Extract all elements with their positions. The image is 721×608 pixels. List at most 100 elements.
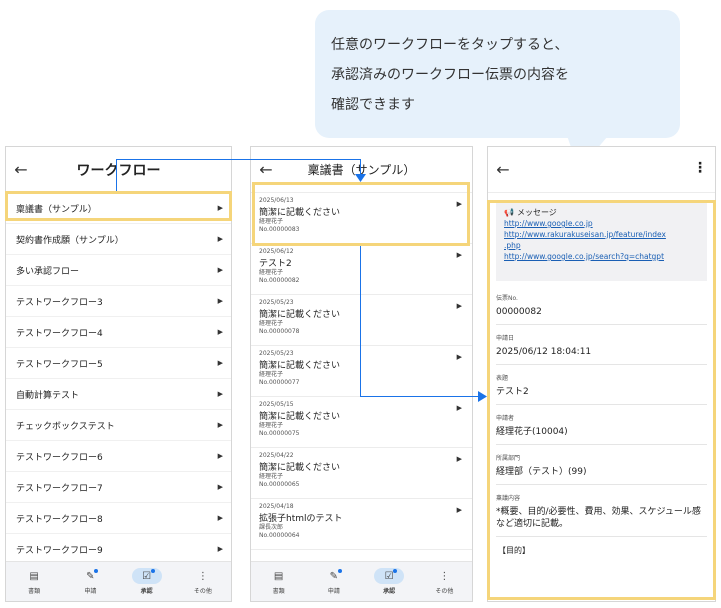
tab-label: 書類 xyxy=(28,588,41,595)
chevron-right-icon: ▶ xyxy=(217,359,223,367)
chevron-right-icon: ▶ xyxy=(456,404,462,412)
notification-dot xyxy=(150,569,155,573)
chevron-right-icon: ▶ xyxy=(217,452,223,460)
document-person: 課長次郎 xyxy=(259,524,284,531)
chevron-right-icon: ▶ xyxy=(217,235,223,243)
tab-more-vert[interactable]: ⋮ その他 xyxy=(424,568,464,596)
tab-label: 承認 xyxy=(140,588,153,595)
tab-document[interactable]: ▤ 書類 xyxy=(14,568,54,596)
tab-document[interactable]: ▤ 書類 xyxy=(259,568,299,596)
workflow-list-item[interactable]: テストワークフロー7 ▶ xyxy=(6,472,231,503)
chevron-right-icon: ▶ xyxy=(456,455,462,463)
callout-line-2: 承認済みのワークフロー伝票の内容を xyxy=(331,67,569,83)
tab-label: 申請 xyxy=(84,588,97,595)
callout-line-3: 確認できます xyxy=(331,97,415,113)
workflow-list-item[interactable]: テストワークフロー5 ▶ xyxy=(6,348,231,379)
workflow-list-item[interactable]: テストワークフロー6 ▶ xyxy=(6,441,231,472)
chevron-right-icon: ▶ xyxy=(456,302,462,310)
callout-line-1: 任意のワークフローをタップすると、 xyxy=(331,37,569,53)
more-vert-icon: ⋮ xyxy=(197,570,208,582)
workflow-list-item[interactable]: テストワークフロー3 ▶ xyxy=(6,286,231,317)
document-list-item[interactable]: 2025/05/23 簡潔に記載ください 経理花子 No.00000078 ▶ xyxy=(251,295,472,346)
document-number: No.00000082 xyxy=(259,277,300,284)
document-number: No.00000065 xyxy=(259,481,300,488)
document-list: 2025/06/13 簡潔に記載ください 経理花子 No.00000083 ▶ 2025/… xyxy=(251,193,472,550)
tab-approve[interactable]: ☑ 承認 xyxy=(127,568,167,595)
workflow-item-label: テストワークフロー5 xyxy=(16,359,103,370)
app-header: ← ワークフロー xyxy=(6,147,231,193)
chevron-right-icon: ▶ xyxy=(456,353,462,361)
chevron-right-icon: ▶ xyxy=(217,328,223,336)
tab-label: 書類 xyxy=(272,588,285,595)
document-date: 2025/05/15 xyxy=(259,401,294,408)
tab-label: 承認 xyxy=(383,588,396,595)
document-title: 簡潔に記載ください xyxy=(259,463,341,473)
document-list-item[interactable]: 2025/04/22 簡潔に記載ください 経理花子 No.00000065 ▶ xyxy=(251,448,472,499)
arrow-right-head-icon xyxy=(478,391,487,402)
notification-dot xyxy=(94,569,99,573)
workflow-item-label: テストワークフロー7 xyxy=(16,483,103,494)
document-list-item[interactable]: 2025/04/18 拡張子htmlのテスト 課長次郎 No.00000064 ▶ xyxy=(251,499,472,550)
workflow-list-item[interactable]: テストワークフロー4 ▶ xyxy=(6,317,231,348)
workflow-list-item[interactable]: テストワークフロー8 ▶ xyxy=(6,503,231,534)
connector-line-horizontal xyxy=(360,396,479,397)
chevron-right-icon: ▶ xyxy=(217,545,223,553)
workflow-list-item[interactable]: 多い承認フロー ▶ xyxy=(6,255,231,286)
bottom-tab-bar: ▤ 書類 ✎ 申請 ☑ 承認 ⋮ その他 xyxy=(251,561,472,601)
tab-edit[interactable]: ✎ 申請 xyxy=(70,568,110,595)
approve-icon: ☑ xyxy=(374,568,405,584)
document-title: 簡潔に記載ください xyxy=(259,412,341,422)
workflow-item-label: チェックボックステスト xyxy=(16,421,115,432)
page-title: ワークフロー xyxy=(76,162,161,179)
notification-dot xyxy=(393,569,398,573)
more-vert-icon[interactable]: ⋮ xyxy=(693,160,707,176)
workflow-item-label: テストワークフロー6 xyxy=(16,452,103,463)
document-person: 経理花子 xyxy=(259,473,284,480)
document-list-item[interactable]: 2025/05/15 簡潔に記載ください 経理花子 No.00000075 ▶ xyxy=(251,397,472,448)
document-list-item[interactable]: 2025/06/12 テスト2 経理花子 No.00000082 ▶ xyxy=(251,244,472,295)
chevron-right-icon: ▶ xyxy=(217,297,223,305)
tab-label: その他 xyxy=(193,588,212,595)
document-date: 2025/04/18 xyxy=(259,503,294,510)
document-list-item[interactable]: 2025/05/23 簡潔に記載ください 経理花子 No.00000077 ▶ xyxy=(251,346,472,397)
workflow-item-label: テストワークフロー3 xyxy=(16,297,103,308)
document-date: 2025/04/22 xyxy=(259,452,294,459)
document-icon: ▤ xyxy=(29,570,39,582)
workflow-list-item[interactable]: チェックボックステスト ▶ xyxy=(6,410,231,441)
highlight-workflow-item xyxy=(5,191,232,221)
connector-line-top xyxy=(116,159,361,160)
document-number: No.00000064 xyxy=(259,532,300,539)
document-number: No.00000075 xyxy=(259,430,300,437)
tab-edit[interactable]: ✎ 申請 xyxy=(314,568,354,595)
chevron-right-icon: ▶ xyxy=(217,483,223,491)
connector-line-vertical xyxy=(360,246,361,397)
workflow-list-item[interactable]: 契約書作成願（サンプル） ▶ xyxy=(6,224,231,255)
tab-label: その他 xyxy=(435,588,454,595)
notification-dot xyxy=(337,569,342,573)
workflow-item-label: テストワークフロー4 xyxy=(16,328,103,339)
edit-icon: ✎ xyxy=(319,568,349,584)
approve-icon: ☑ xyxy=(131,568,162,584)
workflow-item-label: 契約書作成願（サンプル） xyxy=(16,235,124,246)
workflow-list: 稟議書（サンプル） ▶ 契約書作成願（サンプル） ▶ 多い承認フロー ▶ テストワークフロー… xyxy=(6,193,231,565)
workflow-item-label: 自動計算テスト xyxy=(16,390,80,401)
chevron-right-icon: ▶ xyxy=(217,514,223,522)
highlight-document-detail xyxy=(487,200,716,600)
arrow-left-icon[interactable]: ← xyxy=(6,160,36,179)
tab-approve[interactable]: ☑ 承認 xyxy=(369,568,409,595)
document-person: 経理花子 xyxy=(259,269,284,276)
edit-icon: ✎ xyxy=(75,568,105,584)
workflow-list-item[interactable]: 自動計算テスト ▶ xyxy=(6,379,231,410)
document-person: 経理花子 xyxy=(259,371,284,378)
highlight-document-item xyxy=(252,182,470,246)
document-date: 2025/05/23 xyxy=(259,350,294,357)
document-icon: ▤ xyxy=(273,570,284,582)
workflow-item-label: 多い承認フロー xyxy=(16,266,80,277)
document-person: 経理花子 xyxy=(259,320,284,327)
arrow-left-icon[interactable]: ← xyxy=(488,160,518,179)
document-number: No.00000077 xyxy=(259,379,300,386)
document-title: 拡張子htmlのテスト xyxy=(259,514,343,524)
tab-more-vert[interactable]: ⋮ その他 xyxy=(183,568,223,596)
chevron-right-icon: ▶ xyxy=(456,506,462,514)
arrow-left-icon[interactable]: ← xyxy=(251,160,281,179)
